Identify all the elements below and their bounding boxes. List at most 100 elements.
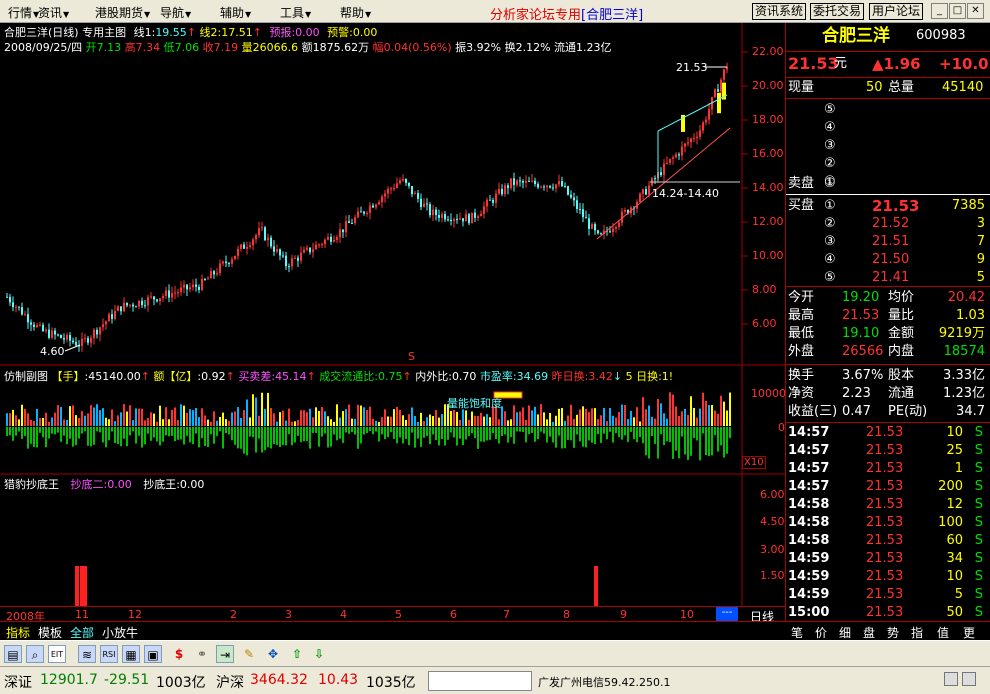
volume-bar-neg (294, 427, 296, 443)
menu-ganggu[interactable]: 港股期货▼ (95, 4, 150, 21)
stat-label: 净资 (788, 386, 815, 401)
volume-bar (42, 417, 44, 426)
arrow-down-icon[interactable]: ⇩ (310, 645, 328, 663)
tick-time: 14:57 (788, 479, 830, 494)
volume-bar (390, 416, 392, 426)
candle-body (498, 188, 500, 194)
volume-bar-neg (468, 427, 470, 436)
x10-badge[interactable]: X10 (742, 456, 766, 469)
x-label: 6 (450, 608, 457, 621)
tab-jia[interactable]: 价 (809, 624, 833, 641)
candle-body (177, 292, 179, 294)
volume-bar-neg (516, 427, 518, 432)
menu-hangqing[interactable]: 行情▼ (8, 4, 39, 21)
volume-bar (30, 419, 32, 426)
minimize-icon[interactable]: _ (931, 3, 948, 19)
candle-body (105, 321, 107, 325)
volume-bar-neg (480, 427, 482, 442)
rsi-icon[interactable]: RSI (100, 645, 118, 663)
volume-bar-neg (720, 427, 722, 446)
volume-bar-neg (579, 427, 581, 442)
move-icon[interactable]: ✥ (264, 645, 282, 663)
tab-geng[interactable]: 更 (957, 624, 981, 641)
volume-bar-neg (330, 427, 332, 447)
tab-moban[interactable]: 模板 (38, 624, 62, 641)
divider (786, 286, 990, 287)
quote-list-icon[interactable]: ▤ (4, 645, 22, 663)
tab-shi[interactable]: 势 (881, 624, 905, 641)
tick-time: 15:00 (788, 605, 830, 620)
menu-fuzhu[interactable]: 辅助▼ (220, 4, 251, 21)
close-icon[interactable]: ✕ (967, 3, 984, 19)
zixun-system-button[interactable]: 资讯系统 (752, 3, 807, 20)
f10-icon[interactable]: EIT (48, 645, 66, 663)
volume-bar (417, 421, 419, 426)
volume-bar (159, 405, 161, 426)
chart-canvas[interactable] (0, 23, 785, 621)
stat-value: 2.23 (842, 386, 871, 401)
volume-bar-neg (12, 427, 14, 441)
candle-body (51, 330, 53, 338)
candle-body (111, 314, 113, 319)
volume-bar (552, 421, 554, 426)
tab-bi[interactable]: 笔 (785, 624, 809, 641)
ask-row: ⑤ (786, 101, 990, 119)
link-icon[interactable]: ⚭ (193, 645, 211, 663)
pencil-icon[interactable]: ✎ (240, 645, 258, 663)
volume-bar (504, 411, 506, 426)
tab-pan[interactable]: 盘 (857, 624, 881, 641)
candle-body (528, 180, 530, 182)
candle-body (537, 184, 539, 188)
volume-bar (597, 419, 599, 426)
period-button[interactable]: --- (716, 607, 738, 621)
volume-bar (609, 408, 611, 426)
signal-bar (83, 566, 87, 606)
tab-zhibiao[interactable]: 指标 (6, 624, 30, 641)
tab-quanbu[interactable]: 全部 (70, 624, 94, 641)
bar-turnover: 换2.12% (504, 41, 551, 54)
volume-bar (573, 419, 575, 426)
volume-bar-neg (408, 427, 410, 446)
divider (786, 51, 990, 52)
kline-icon[interactable]: ≋ (78, 645, 96, 663)
candle-body (72, 340, 74, 343)
chart-area[interactable]: 合肥三洋(日线) 专用主图 线1:19.55↑ 线2:17.51↑ 预报:0.0… (0, 23, 785, 621)
period-label[interactable]: 日线 (750, 608, 774, 621)
export-icon[interactable]: ⇥ (216, 645, 234, 663)
forum-button[interactable]: 用户论坛 (869, 3, 924, 20)
candle-body (171, 292, 173, 298)
arrow-up-icon[interactable]: ⇧ (288, 645, 306, 663)
level-num: ③ (824, 138, 836, 153)
menu-gongju[interactable]: 工具▼ (280, 4, 311, 21)
tab-xi[interactable]: 细 (833, 624, 857, 641)
menu-zixun[interactable]: 资讯▼ (38, 4, 69, 21)
candle-body (423, 203, 425, 208)
candle-body (333, 239, 335, 242)
volume-bar (198, 417, 200, 426)
search-icon[interactable]: ⌕ (26, 645, 44, 663)
tab-zhi[interactable]: 指 (905, 624, 929, 641)
tab-zhi2[interactable]: 值 (931, 624, 955, 641)
candle-body (426, 203, 428, 205)
trade-button[interactable]: 委托交易 (810, 3, 865, 20)
grid-icon[interactable]: ▣ (144, 645, 162, 663)
menu-bangzhu[interactable]: 帮助▼ (340, 4, 371, 21)
volume-bar (636, 407, 638, 426)
stat-row: 净资 2.23 流通 1.23亿 (786, 385, 990, 403)
volume-bar (138, 408, 140, 426)
volume-bar (414, 416, 416, 426)
menu-daohang[interactable]: 导航▼ (160, 4, 191, 21)
candle-body (399, 180, 401, 184)
volume-bar (132, 420, 134, 426)
volume-bar-neg (75, 427, 77, 446)
maximize-icon[interactable]: □ (949, 3, 966, 19)
table-icon[interactable]: ▦ (122, 645, 140, 663)
dollar-icon[interactable]: $ (170, 645, 188, 663)
tab-xiaofangniu[interactable]: 小放牛 (102, 624, 138, 641)
volume-bar (387, 416, 389, 426)
volume-bar (258, 415, 260, 426)
volume-bar (477, 416, 479, 426)
saturation-label: 量能饱和度 (447, 397, 502, 410)
volume-bar (630, 410, 632, 426)
volume-bar (558, 408, 560, 426)
